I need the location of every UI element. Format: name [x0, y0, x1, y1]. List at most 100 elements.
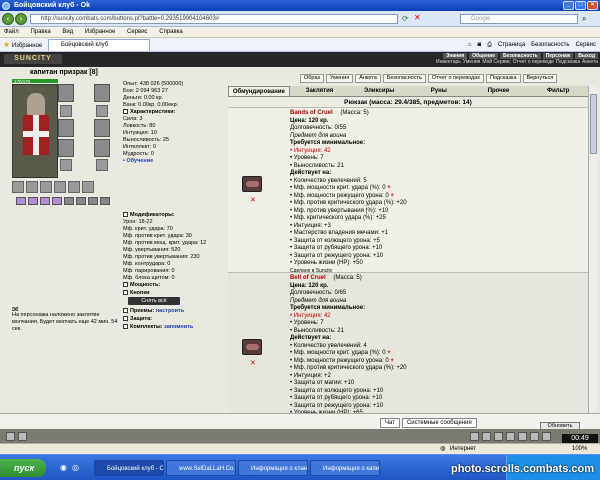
tab-other[interactable]: Прочее — [469, 86, 529, 96]
nav-hint[interactable]: Подсказка — [556, 59, 580, 65]
home-icon[interactable]: ⌂ — [468, 38, 472, 52]
nav-hint-inv[interactable]: Подсказка — [486, 74, 521, 83]
nav-transfer-report[interactable]: Отчет о переводе — [513, 59, 554, 65]
belt-bag-5[interactable] — [64, 197, 74, 205]
belt-bag-2[interactable] — [28, 197, 38, 205]
browser-tab[interactable]: Бойцовский клуб — [48, 39, 150, 51]
tab-system-messages[interactable]: Системные сообщения — [401, 418, 477, 428]
upgrade-plus-icon[interactable]: + — [390, 358, 394, 364]
forward-icon[interactable]: › — [15, 13, 27, 25]
ring-slot-6[interactable] — [82, 181, 94, 193]
ring-slot-4[interactable] — [54, 181, 66, 193]
section-buttons[interactable]: Кнопки — [123, 290, 150, 296]
clear-icon[interactable] — [18, 432, 27, 441]
section-techniques[interactable]: Приемы: настроить — [123, 308, 184, 314]
weapon-slot[interactable] — [58, 119, 74, 137]
nav-profile[interactable]: Анкета — [582, 59, 598, 65]
upgrade-plus-icon[interactable]: + — [390, 193, 394, 199]
chat-tool-icon-4[interactable] — [506, 432, 515, 441]
bracers-slot[interactable] — [60, 105, 72, 117]
task-button[interactable]: Бойцовский клуб - Ok — [94, 460, 164, 476]
tab-filter[interactable]: Фильтр — [528, 86, 588, 96]
gloves-slot[interactable] — [94, 139, 110, 157]
feeds-icon[interactable]: ◙ — [478, 38, 482, 52]
belt-bag-7[interactable] — [88, 197, 98, 205]
belt-bag-3[interactable] — [40, 197, 50, 205]
safety-menu[interactable]: Безопасность — [531, 38, 569, 52]
tools-menu[interactable]: Сервис — [575, 38, 596, 52]
go-icon[interactable]: ⟳ — [402, 14, 409, 23]
minimize-button[interactable]: _ — [563, 1, 574, 10]
ring-slot-1[interactable] — [12, 181, 24, 193]
print-icon[interactable]: ⎙ — [487, 38, 492, 52]
task-button[interactable]: Информация о клан... — [238, 460, 308, 476]
section-characteristics[interactable]: Характеристики: — [123, 109, 176, 115]
ring-slot-2[interactable] — [26, 181, 38, 193]
remember-link[interactable]: запомнить — [164, 324, 193, 330]
nav-image[interactable]: Образ — [300, 74, 325, 83]
favorites-button[interactable]: ★ Избранное — [3, 38, 42, 53]
belt-bag-1[interactable] — [16, 197, 26, 205]
menu-favorites[interactable]: Избранное — [85, 29, 115, 35]
address-input[interactable]: http://suncity.combats.com/buttons.pl?ba… — [30, 14, 398, 24]
earrings-slot[interactable] — [96, 105, 108, 117]
tab-spells[interactable]: Заклятия — [290, 86, 350, 96]
bracers-item-icon[interactable] — [242, 176, 262, 192]
search-input[interactable]: Google — [460, 14, 578, 24]
amulet-slot[interactable] — [94, 84, 110, 102]
chat-tool-icon-1[interactable] — [470, 432, 479, 441]
nav-return[interactable]: Вернуться — [522, 74, 558, 83]
task-button[interactable]: www.SelDaLLaH.Co... — [166, 460, 236, 476]
section-powers[interactable]: Мощность: — [123, 282, 160, 288]
upgrade-plus-icon[interactable]: + — [387, 350, 391, 356]
task-button[interactable]: Информация о капи... — [310, 460, 380, 476]
delete-item-icon[interactable]: ✕ — [250, 196, 256, 204]
nav-inventory[interactable]: Инвентарь — [436, 59, 461, 65]
scrollbar-thumb[interactable] — [590, 94, 597, 154]
item-name[interactable]: Belt of Cruel — [290, 275, 326, 281]
nav-skills[interactable]: Умения — [463, 59, 480, 65]
close-button[interactable]: × — [587, 1, 598, 10]
nav-profile-inv[interactable]: Анкета — [355, 74, 381, 83]
configure-link[interactable]: настроить — [156, 308, 184, 314]
armor-slot[interactable] — [58, 139, 74, 157]
belt-slot[interactable] — [60, 159, 72, 171]
belt-item-icon[interactable] — [242, 339, 262, 355]
delete-item-icon[interactable]: ✕ — [250, 359, 256, 367]
item-name[interactable]: Bands of Cruel — [290, 110, 333, 116]
chat-tool-icon-2[interactable] — [482, 432, 491, 441]
menu-edit[interactable]: Правка — [30, 29, 50, 35]
nav-transfers[interactable]: Отчет о переводах — [427, 74, 485, 83]
nav-skills-inv[interactable]: Умения — [326, 74, 354, 83]
quicklaunch-icon[interactable]: ◎ — [72, 463, 79, 472]
undress-all-button[interactable]: Снять всё — [128, 297, 180, 305]
belt-bag-6[interactable] — [76, 197, 86, 205]
helmet-slot[interactable] — [58, 84, 74, 102]
stop-icon[interactable]: ✕ — [414, 13, 421, 22]
chat-tool-icon-5[interactable] — [518, 432, 527, 441]
boots-slot[interactable] — [96, 159, 108, 171]
smile-icon[interactable] — [6, 432, 15, 441]
chat-tool-icon-3[interactable] — [494, 432, 503, 441]
start-button[interactable]: пуск — [0, 459, 46, 477]
ring-slot-5[interactable] — [68, 181, 80, 193]
tab-equipment[interactable]: Обмундирование — [228, 86, 290, 96]
search-icon[interactable]: ⌕ — [582, 14, 586, 24]
page-menu[interactable]: Страница — [498, 38, 525, 52]
maximize-button[interactable]: □ — [575, 1, 586, 10]
menu-help[interactable]: Справка — [159, 29, 183, 35]
shield-slot[interactable] — [94, 119, 110, 137]
menu-view[interactable]: Вид — [62, 29, 73, 35]
tab-runes[interactable]: Руны — [409, 86, 469, 96]
chat-tool-icon-6[interactable] — [530, 432, 539, 441]
section-kits[interactable]: Комплекты: запомнить — [123, 324, 193, 330]
ring-slot-3[interactable] — [40, 181, 52, 193]
section-defense[interactable]: Защита: — [123, 316, 152, 322]
upgrade-plus-icon[interactable]: + — [387, 185, 391, 191]
belt-bag-4[interactable] — [52, 197, 62, 205]
nav-security-inv[interactable]: Безопасность — [382, 74, 426, 83]
chat-tool-icon-7[interactable] — [542, 432, 551, 441]
menu-file[interactable]: Файл — [4, 29, 19, 35]
menu-tools[interactable]: Сервис — [127, 29, 148, 35]
nav-my-service[interactable]: Мой Сервис — [482, 59, 510, 65]
